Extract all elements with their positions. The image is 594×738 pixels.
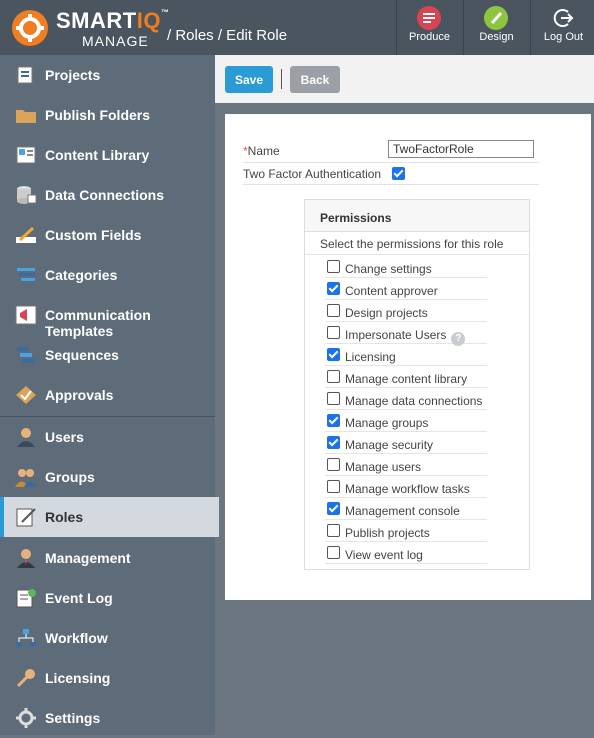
permissions-title: Permissions xyxy=(320,211,392,225)
permission-checkbox[interactable] xyxy=(327,348,340,361)
field-divider xyxy=(243,162,539,163)
management-icon xyxy=(15,548,37,568)
name-field[interactable] xyxy=(388,140,534,158)
megaphone-icon xyxy=(15,305,37,325)
permission-row: Manage workflow tasks xyxy=(325,475,487,498)
sidebar-item-users[interactable]: Users xyxy=(0,417,215,457)
sidebar-item-licensing[interactable]: Licensing xyxy=(0,658,215,698)
permission-checkbox[interactable] xyxy=(327,502,340,515)
permission-row: Publish projects xyxy=(325,519,487,542)
permission-row: Management console xyxy=(325,497,487,520)
permission-row: Manage data connections xyxy=(325,387,487,410)
sidebar-item-categories[interactable]: Categories xyxy=(0,255,215,295)
sidebar-item-approvals[interactable]: Approvals xyxy=(0,375,215,415)
permission-row: Manage users xyxy=(325,453,487,476)
sidebar-item-projects[interactable]: Projects xyxy=(0,55,215,95)
app-header: SMARTIQ™ MANAGE / Roles / Edit Role Prod… xyxy=(0,0,594,55)
produce-icon xyxy=(417,6,441,30)
sidebar-item-data-connections[interactable]: Data Connections xyxy=(0,175,215,215)
breadcrumb: / Roles / Edit Role xyxy=(167,27,288,44)
permission-checkbox[interactable] xyxy=(327,546,340,559)
logout-icon xyxy=(551,6,575,30)
sidebar-item-roles[interactable]: Roles xyxy=(0,497,219,537)
permission-checkbox[interactable] xyxy=(327,260,340,273)
permission-row: Impersonate Users? xyxy=(325,321,487,346)
permission-checkbox[interactable] xyxy=(327,326,340,339)
sidebar-item-custom-fields[interactable]: Custom Fields xyxy=(0,215,215,255)
permissions-box: Permissions Select the permissions for t… xyxy=(304,199,530,570)
sidebar-item-event-log[interactable]: Event Log xyxy=(0,578,215,618)
permission-row: Design projects xyxy=(325,299,487,322)
two-factor-label: Two Factor Authentication xyxy=(243,167,382,181)
event-log-icon xyxy=(15,588,37,608)
content-library-icon xyxy=(15,145,37,165)
workflow-icon xyxy=(15,628,37,648)
permission-row: Licensing xyxy=(325,343,487,366)
toolbar-divider xyxy=(281,69,282,89)
logo-subtext: MANAGE xyxy=(82,33,149,49)
save-button[interactable]: Save xyxy=(225,66,273,93)
permission-checkbox[interactable] xyxy=(327,414,340,427)
permission-checkbox[interactable] xyxy=(327,304,340,317)
logo-gear-icon xyxy=(12,10,48,46)
permissions-header: Permissions xyxy=(305,200,529,232)
folder-icon xyxy=(15,105,37,125)
field-divider xyxy=(243,184,539,185)
sequences-icon xyxy=(15,345,37,365)
pencil-icon xyxy=(15,225,37,245)
projects-icon xyxy=(15,65,37,85)
permission-row: Manage content library xyxy=(325,365,487,388)
logo-text: SMARTIQ™ xyxy=(56,8,170,33)
permission-checkbox[interactable] xyxy=(327,480,340,493)
sidebar-item-sequences[interactable]: Sequences xyxy=(0,335,215,375)
back-button[interactable]: Back xyxy=(290,66,340,93)
action-toolbar: Save Back xyxy=(215,55,594,103)
permission-checkbox[interactable] xyxy=(327,436,340,449)
permission-row: View event log xyxy=(325,541,487,564)
permission-checkbox[interactable] xyxy=(327,392,340,405)
gear-icon xyxy=(15,708,37,728)
permission-row: Change settings xyxy=(325,255,487,278)
sidebar-item-groups[interactable]: Groups xyxy=(0,457,215,497)
permission-row: Manage groups xyxy=(325,409,487,432)
sidebar-item-workflow[interactable]: Workflow xyxy=(0,618,215,658)
edit-role-panel: *Name Two Factor Authentication Permissi… xyxy=(225,114,591,600)
approvals-icon xyxy=(15,385,37,405)
key-icon xyxy=(15,668,37,688)
permission-row: Content approver xyxy=(325,277,487,300)
design-button[interactable]: Design xyxy=(463,0,529,55)
permissions-subtitle: Select the permissions for this role xyxy=(320,237,504,251)
design-icon xyxy=(484,6,508,30)
permission-row: Manage security xyxy=(325,431,487,454)
categories-icon xyxy=(15,265,37,285)
two-factor-checkbox[interactable] xyxy=(392,167,405,180)
smartiq-logo[interactable]: SMARTIQ™ MANAGE xyxy=(12,8,182,49)
database-icon xyxy=(15,185,37,205)
permission-checkbox[interactable] xyxy=(327,524,340,537)
sidebar-item-content-library[interactable]: Content Library xyxy=(0,135,215,175)
roles-icon xyxy=(15,507,37,527)
logout-button[interactable]: Log Out xyxy=(530,0,594,55)
sidebar-item-publish-folders[interactable]: Publish Folders xyxy=(0,95,215,135)
sidebar-item-management[interactable]: Management xyxy=(0,538,215,578)
sidebar: Projects Publish Folders Content Library… xyxy=(0,55,219,738)
sidebar-item-settings[interactable]: Settings xyxy=(0,698,215,738)
user-icon xyxy=(15,427,37,447)
sidebar-item-communication-templates[interactable]: Communication Templates xyxy=(0,295,215,339)
produce-button[interactable]: Produce xyxy=(396,0,462,55)
permission-checkbox[interactable] xyxy=(327,282,340,295)
name-label: *Name xyxy=(243,144,280,158)
permission-checkbox[interactable] xyxy=(327,458,340,471)
group-icon xyxy=(15,467,37,487)
permission-checkbox[interactable] xyxy=(327,370,340,383)
